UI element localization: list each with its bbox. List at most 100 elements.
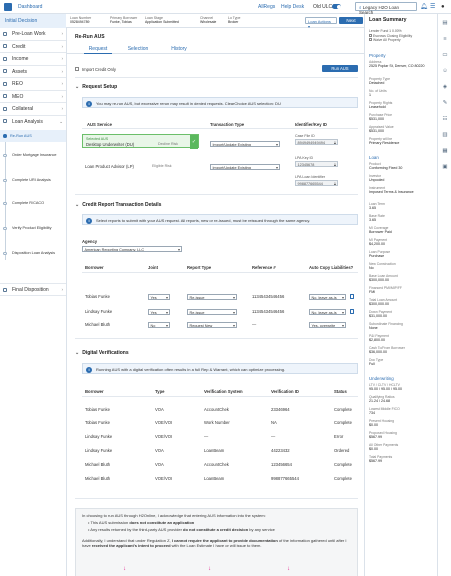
credit-row-type-select[interactable]: Re-issue <box>187 294 237 300</box>
step-re-run-aus[interactable]: Re-Run AUS <box>0 130 66 142</box>
lock-icon: 🔒︎ <box>333 181 336 186</box>
list-icon[interactable]: ≡ <box>442 36 449 43</box>
digital-verifications-title[interactable]: ⌄ Digital Verifications <box>75 350 129 356</box>
chevron-right-icon: › <box>61 93 64 99</box>
sidebar-item-collateral[interactable]: Collateral › <box>0 103 66 116</box>
summary-appraised-value: Appraised Value $531,000 <box>369 125 394 133</box>
credit-row-copy-select[interactable]: No, leave as-is <box>309 309 346 315</box>
lpa-key-label: LPA Key ID <box>295 156 314 160</box>
dv-row-type: VOA <box>155 448 164 453</box>
sidebar-item-meo[interactable]: MEO › <box>0 91 66 103</box>
lpa-loan-id-input[interactable]: 998877665544 🔒︎ <box>295 180 338 186</box>
loan-actions-button[interactable]: Loan Actions ▾ <box>305 17 337 29</box>
loan-search-input[interactable]: ⌕ Legacy H2O Loan Search <box>355 2 417 15</box>
dv-row-type: VOA <box>155 462 164 467</box>
chevron-right-icon: › <box>61 56 64 61</box>
dv-row-status: Error <box>334 434 344 439</box>
folder-icon[interactable]: ▭ <box>442 52 449 59</box>
tab-history[interactable]: History <box>165 46 193 52</box>
people-icon[interactable]: ☺ <box>442 68 449 75</box>
credit-row-joint-select[interactable]: Yes <box>148 309 170 315</box>
assets-icon <box>3 69 7 73</box>
tab-request[interactable]: Request <box>84 46 112 54</box>
dv-row-borrower: Michael Bluth <box>85 476 111 481</box>
sidebar-item-loan-analysis[interactable]: Loan Analysis ⌄ <box>0 116 66 129</box>
tag-icon[interactable]: ◈ <box>442 84 449 91</box>
credit-row-reference: 11345434546456 <box>252 309 285 314</box>
agency-select[interactable]: American Reporting Company, LLC <box>82 246 182 252</box>
summary-qualifying-ratios: Qualifying Ratios 21.24 / 24.68 <box>369 395 395 403</box>
credit-row-reference: — <box>252 322 257 327</box>
summary-base-loan-amount: Base Loan Amount $300,000.00 <box>369 274 398 282</box>
du-transaction-select[interactable]: Import/Update Existing <box>210 141 280 147</box>
lpa-loan-id-label: LPA Loan Identifier <box>295 175 326 179</box>
col-verification-id: Verification ID <box>271 389 299 394</box>
dv-row-id: — <box>271 434 276 439</box>
divider <box>75 498 358 499</box>
sliders-icon[interactable]: ☷ <box>442 116 449 123</box>
credit-row-joint-select[interactable]: No <box>148 322 170 328</box>
user-icon[interactable]: ● <box>441 4 445 10</box>
import-credit-checkbox[interactable] <box>75 67 79 71</box>
dv-row-system: LoanBeam <box>204 476 225 481</box>
sidebar-item-pre-loan-work[interactable]: Pre-Loan Work › <box>0 28 66 41</box>
lp-transaction-select[interactable]: Import/Update Existing <box>210 164 280 170</box>
pdf-icon[interactable] <box>350 309 354 314</box>
credit-row-copy-select[interactable]: Yes, overwrite <box>309 322 346 328</box>
credit-report-info: i Select reports to submit with your AUS … <box>82 214 358 225</box>
summary-property-type: Property Type Detached <box>369 77 391 85</box>
document-icon[interactable]: ▤ <box>442 20 449 27</box>
sidebar-item-assets[interactable]: Assets › <box>0 66 66 78</box>
calculator-icon[interactable]: ▦ <box>442 148 449 155</box>
wrench-icon[interactable]: ✎ <box>442 100 449 107</box>
credit-row-joint-select[interactable]: Yes <box>148 294 170 300</box>
dv-row-type: VOE/VOI <box>155 476 173 481</box>
credit-report-title[interactable]: ⌄ Credit Report Transaction Details <box>75 202 161 208</box>
collateral-icon <box>3 106 7 111</box>
tab-selection[interactable]: Selection <box>124 46 152 52</box>
escrows-checkbox[interactable] <box>369 34 372 37</box>
request-setup-title[interactable]: ⌄ Request Setup <box>75 84 117 90</box>
case-file-id-input[interactable]: 8949494949494 🔒︎ <box>295 139 338 145</box>
du-service-name: Desktop Underwriter (DU) <box>86 142 135 147</box>
sidebar-item-final-disposition[interactable]: Final Disposition › <box>0 283 66 296</box>
pdf-icon[interactable] <box>350 294 354 299</box>
chevron-down-icon: ⌄ <box>75 350 80 356</box>
help-desk-link[interactable]: Help Desk <box>281 4 304 10</box>
info-icon: i <box>86 366 92 373</box>
step-dot-icon <box>3 201 7 205</box>
selected-aus-box[interactable]: Selected AUS Desktop Underwriter (DU) De… <box>82 134 199 149</box>
chart-icon[interactable]: ▥ <box>442 132 449 139</box>
credit-row-type-select[interactable]: Re-issue <box>187 309 237 315</box>
lock-icon: 🔒︎ <box>333 162 336 167</box>
summary-present-housing: Present Housing $0.00 <box>369 419 395 427</box>
summary-mi-payment: MI Payment $4,200.00 <box>369 238 388 246</box>
sidebar-item-reo[interactable]: REO › <box>0 78 66 91</box>
disclaimer-bullet: • Any results returned by the third-part… <box>88 527 275 533</box>
info-icon: i <box>86 217 92 224</box>
lpa-key-input[interactable]: 12345678 🔒︎ <box>295 161 338 167</box>
sidebar-item-income[interactable]: Income › <box>0 53 66 66</box>
divider <box>82 272 358 273</box>
waive-checkbox[interactable] <box>369 38 372 41</box>
menu-icon[interactable]: ☰ <box>430 4 435 10</box>
old-ulca-toggle[interactable] <box>332 4 341 9</box>
credit-row-copy-select[interactable]: No, leave as-is <box>309 294 346 300</box>
dashboard-link[interactable]: Dashboard <box>18 4 42 10</box>
credit-row-reference: 11345434546456 <box>252 294 285 299</box>
allregs-link[interactable]: AllRegs <box>258 4 275 10</box>
app-logo-icon[interactable] <box>4 3 12 11</box>
step-connector <box>5 132 6 260</box>
credit-row-type-select[interactable]: Request New <box>187 322 237 328</box>
disclaimer-bullet: • This AUS submission does not constitut… <box>88 520 195 526</box>
dv-row-id: 23346964 <box>271 407 290 412</box>
run-aus-button[interactable]: Run AUS <box>322 65 358 72</box>
next-button[interactable]: Next <box>339 17 363 24</box>
calendar-icon[interactable]: ▣ <box>442 164 449 171</box>
summary-base-rate: Base Rate 3.65 <box>369 214 385 222</box>
sidebar-item-credit[interactable]: Credit › <box>0 41 66 53</box>
summary-address: Address 2525 Poplar St, Denver, CO 80220 <box>369 60 425 68</box>
loan-number: Loan Number 0528494789 <box>70 16 92 24</box>
bell-icon[interactable]: 🔔︎ <box>420 4 428 10</box>
credit-row-borrower: Tobias Funke <box>85 294 110 299</box>
